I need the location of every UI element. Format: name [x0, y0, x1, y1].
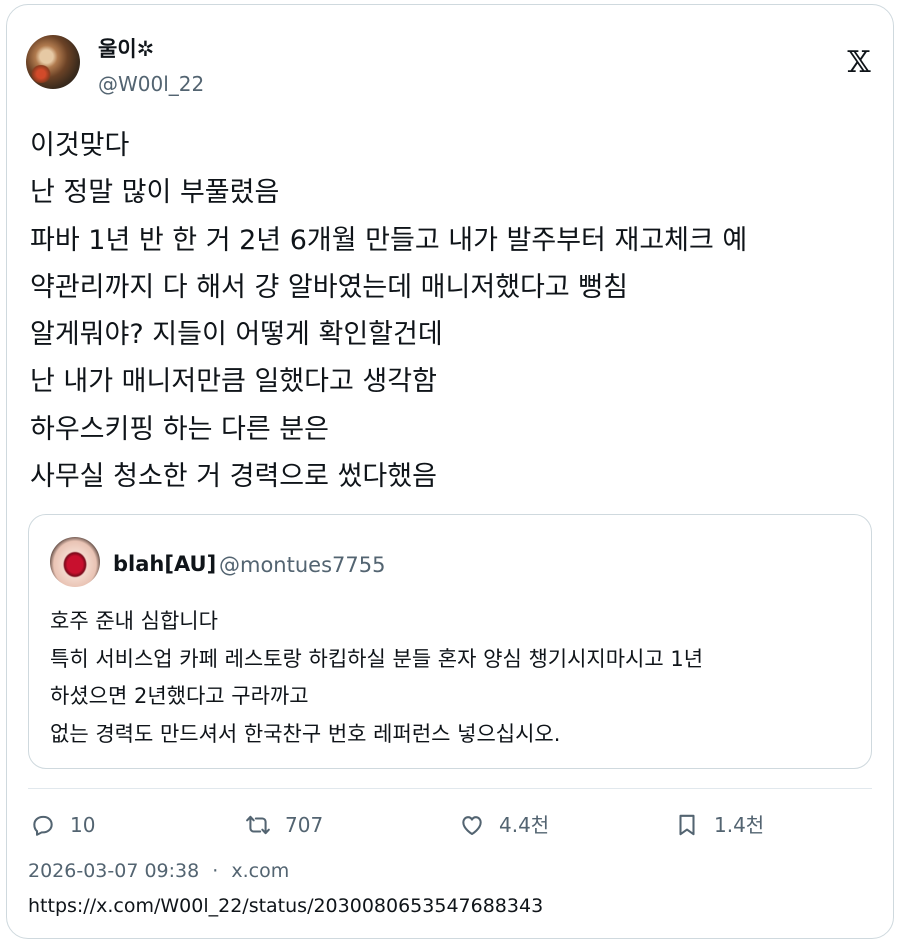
author-avatar[interactable]	[26, 35, 80, 89]
quoted-line: 하셨으면 2년했다고 구라까고	[50, 684, 309, 709]
quoted-author-display-name[interactable]: blah[AU]	[113, 551, 216, 577]
heart-icon	[462, 816, 482, 836]
quoted-tweet-text: 호주 준내 심합니다 특히 서비스업 카페 레스토랑 하킵하실 분들 혼자 양심…	[50, 603, 860, 754]
tweet-line: 알게뭐야? 지들이 어떻게 확인할건데	[30, 319, 443, 351]
divider	[28, 788, 872, 789]
tweet-url[interactable]: https://x.com/W00l_22/status/20300806535…	[28, 893, 543, 919]
quoted-tweet[interactable]: blah[AU] @montues7755 호주 준내 심합니다 특히 서비스업…	[28, 514, 872, 769]
x-logo-icon[interactable]: 𝕏	[844, 48, 874, 78]
author-display-name[interactable]: 울이✲	[98, 35, 154, 63]
tweet-line: 난 정말 많이 부풀렸음	[30, 177, 280, 209]
timestamp[interactable]: 2026-03-07 09:38	[28, 860, 199, 882]
reply-count: 10	[70, 813, 96, 837]
repost-button[interactable]: 707	[245, 810, 323, 840]
bookmark-button[interactable]: 1.4천	[674, 810, 764, 840]
source[interactable]: x.com	[231, 860, 289, 882]
quoted-line: 없는 경력도 만드셔서 한국찬구 번호 레퍼런스 넣으십시오.	[50, 722, 561, 747]
quoted-author-avatar[interactable]	[50, 537, 100, 587]
tweet-line: 이것맞다	[30, 130, 130, 161]
meta-separator: ·	[212, 860, 219, 882]
quoted-author-username[interactable]: @montues7755	[219, 552, 385, 578]
tweet-meta: 2026-03-07 09:38 · x.com	[28, 858, 289, 884]
bookmark-icon	[679, 814, 695, 836]
tweet-line: 난 내가 매니저만큼 일했다고 생각함	[30, 366, 437, 398]
tweet-text: 이것맞다 난 정말 많이 부풀렸음 파바 1년 반 한 거 2년 6개월 만들고…	[30, 122, 870, 500]
tweet-line: 사무실 청소한 거 경력으로 썼다했음	[30, 461, 437, 493]
tweet-line: 파바 1년 반 한 거 2년 6개월 만들고 내가 발주부터 재고체크 예	[30, 224, 748, 256]
reply-icon	[33, 815, 53, 836]
bookmark-count: 1.4천	[714, 813, 765, 837]
like-button[interactable]: 4.4천	[459, 810, 549, 840]
repost-icon	[246, 815, 270, 835]
like-count: 4.4천	[499, 813, 550, 837]
quoted-line: 특히 서비스업 카페 레스토랑 하킵하실 분들 혼자 양심 챙기시지마시고 1년	[50, 646, 704, 671]
reply-button[interactable]: 10	[30, 810, 95, 840]
author-username[interactable]: @W00l_22	[98, 71, 204, 97]
tweet-line: 약관리까지 다 해서 걍 알바였는데 매니저했다고 뻥침	[30, 271, 628, 303]
quoted-line: 호주 준내 심합니다	[50, 609, 218, 633]
tweet-line: 하우스키핑 하는 다른 분은	[30, 413, 329, 445]
repost-count: 707	[285, 813, 324, 837]
